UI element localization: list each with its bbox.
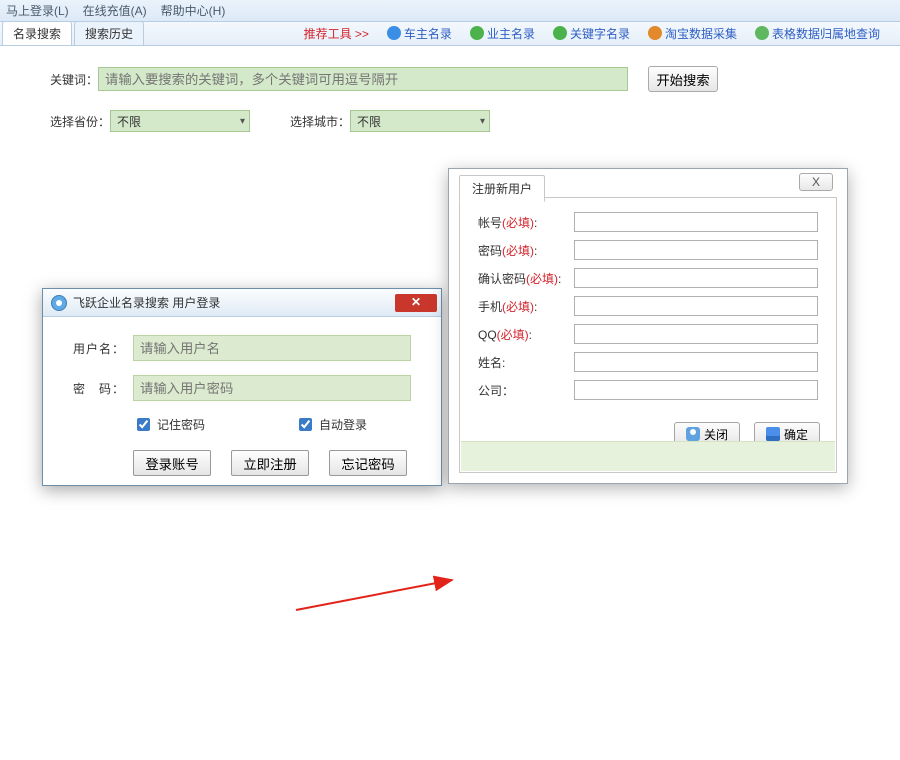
link-keyword-dir[interactable]: 关键字名录	[553, 25, 630, 42]
reg-confirm-input[interactable]	[574, 268, 818, 288]
province-label: 选择省份：	[50, 113, 110, 130]
username-label: 用户名：	[73, 340, 133, 357]
save-icon	[766, 427, 780, 441]
close-button[interactable]: ✕	[395, 294, 437, 312]
car-icon	[387, 26, 401, 40]
password-input[interactable]	[133, 375, 411, 401]
keyword-input[interactable]	[98, 67, 628, 91]
key-icon	[553, 26, 567, 40]
tab-search-history[interactable]: 搜索历史	[74, 21, 144, 45]
chevron-down-icon: ▾	[480, 116, 485, 127]
login-dialog: 飞跃企业名录搜索 用户登录 ✕ 用户名： 密 码： 记住密码 自动登录 登录账号…	[42, 288, 442, 486]
city-label: 选择城市：	[290, 113, 350, 130]
register-now-button[interactable]: 立即注册	[231, 450, 309, 476]
reg-account-input[interactable]	[574, 212, 818, 232]
autologin-checkbox[interactable]: 自动登录	[295, 415, 367, 434]
city-value: 不限	[357, 113, 381, 130]
reg-footer-strip	[461, 441, 835, 471]
start-search-button[interactable]: 开始搜索	[648, 66, 718, 92]
link-taobao[interactable]: 淘宝数据采集	[648, 25, 737, 42]
username-input[interactable]	[133, 335, 411, 361]
menu-recharge[interactable]: 在线充值(A)	[83, 2, 147, 19]
login-button[interactable]: 登录账号	[133, 450, 211, 476]
link-house-owner[interactable]: 业主名录	[470, 25, 535, 42]
remember-checkbox[interactable]: 记住密码	[133, 415, 205, 434]
app-icon	[51, 295, 67, 311]
menu-bar: 马上登录(L) 在线充值(A) 帮助中心(H)	[0, 0, 900, 22]
user-icon	[686, 427, 700, 441]
menu-help[interactable]: 帮助中心(H)	[161, 2, 226, 19]
taobao-icon	[648, 26, 662, 40]
globe-icon	[755, 26, 769, 40]
reg-phone-input[interactable]	[574, 296, 818, 316]
menu-login[interactable]: 马上登录(L)	[6, 2, 69, 19]
reg-name-input[interactable]	[574, 352, 818, 372]
city-select[interactable]: 不限 ▾	[350, 110, 490, 132]
reg-password-input[interactable]	[574, 240, 818, 260]
forgot-password-button[interactable]: 忘记密码	[329, 450, 407, 476]
reg-company-input[interactable]	[574, 380, 818, 400]
link-car-owner[interactable]: 车主名录	[387, 25, 452, 42]
register-dialog: 注册新用户 X 帐号(必填): 密码(必填): 确认密码(必填): 手机(必填)…	[448, 168, 848, 484]
chevron-down-icon: ▾	[240, 116, 245, 127]
tab-bar: 名录搜索 搜索历史 推荐工具 >> 车主名录 业主名录 关键字名录 淘宝数据采集…	[0, 22, 900, 46]
tab-directory-search[interactable]: 名录搜索	[2, 21, 72, 45]
search-panel: 关键词： 开始搜索 选择省份： 不限 ▾ 选择城市： 不限 ▾	[0, 46, 900, 160]
house-icon	[470, 26, 484, 40]
register-box: 帐号(必填): 密码(必填): 确认密码(必填): 手机(必填): QQ(必填)…	[459, 197, 837, 473]
register-close-button[interactable]: X	[799, 173, 833, 191]
login-title-text: 飞跃企业名录搜索 用户登录	[73, 294, 220, 311]
password-label: 密 码：	[73, 380, 133, 397]
tool-links: 推荐工具 >> 车主名录 业主名录 关键字名录 淘宝数据采集 表格数据归属地查询	[304, 21, 900, 45]
link-attribution[interactable]: 表格数据归属地查询	[755, 25, 880, 42]
recommend-label: 推荐工具 >>	[304, 25, 369, 42]
province-value: 不限	[117, 113, 141, 130]
reg-qq-input[interactable]	[574, 324, 818, 344]
login-titlebar: 飞跃企业名录搜索 用户登录 ✕	[43, 289, 441, 317]
province-select[interactable]: 不限 ▾	[110, 110, 250, 132]
register-tab-title: 注册新用户	[459, 175, 545, 202]
keyword-label: 关键词：	[50, 71, 98, 88]
